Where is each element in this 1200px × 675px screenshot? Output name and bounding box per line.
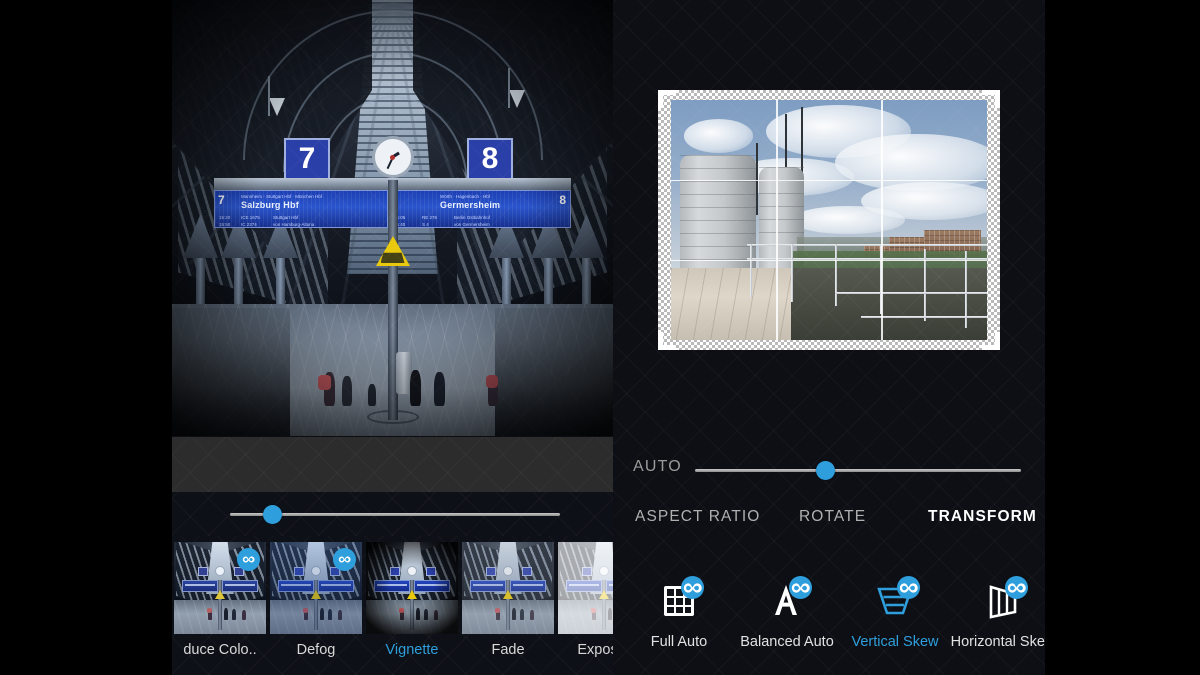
- tool-vertical-skew[interactable]: Vertical Skew: [841, 580, 949, 650]
- tool-horizontal-skew-label: Horizontal Skew: [949, 634, 1045, 650]
- auto-slider-thumb[interactable]: [816, 461, 835, 480]
- board-right-row2-train: S 4: [422, 222, 429, 227]
- crop-tab-bar: ASPECT RATIO ROTATE TRANSFORM: [613, 508, 1045, 536]
- tab-transform[interactable]: TRANSFORM: [928, 508, 1037, 526]
- tool-horizontal-skew[interactable]: Horizontal Skew: [949, 580, 1045, 650]
- board-left-platform: 7: [218, 193, 225, 207]
- auto-slider-label: AUTO: [633, 458, 682, 476]
- right-crop-panel: AUTO ASPECT RATIO ROTATE TRANSFORM: [613, 0, 1045, 675]
- hazard-sign-icon: [376, 236, 410, 266]
- crop-handle-top-right-v[interactable]: [995, 90, 1000, 108]
- crop-stage[interactable]: [658, 90, 1000, 350]
- tab-rotate[interactable]: ROTATE: [799, 508, 866, 526]
- station-clock: [372, 136, 414, 178]
- departure-board-right: 8 Wörth · Hagenbach · Hbf Germersheim 15…: [387, 190, 571, 228]
- board-left-row1-time: 15:20: [219, 215, 230, 220]
- board-left-row2-time: 15:50: [219, 222, 230, 227]
- board-left-row1-train: ICE 1675: [241, 215, 260, 220]
- ceiling-lamp-right: [509, 90, 525, 108]
- platform-sign-right: 8: [467, 138, 513, 180]
- tool-full-auto-label: Full Auto: [625, 634, 733, 650]
- board-left-row1-via: Stuttgart Hbf: [273, 215, 298, 220]
- grid-line-vertical-2: [881, 100, 883, 340]
- tab-aspect-ratio[interactable]: ASPECT RATIO: [635, 508, 760, 526]
- grid-line-vertical-1: [776, 100, 778, 340]
- letter-a-icon: [764, 580, 810, 620]
- filmstrip-label-vignette[interactable]: Vignette: [366, 642, 458, 658]
- toolbar-band: [172, 437, 613, 492]
- board-right-row1-train: RE 276: [422, 215, 437, 220]
- tool-vertical-skew-label: Vertical Skew: [841, 634, 949, 650]
- left-editor-panel: 7 8 7 Mannheim · Stuttgart Hbf · München…: [172, 0, 613, 675]
- auto-slider-row: AUTO: [613, 455, 1045, 489]
- filmstrip-label-reduce-color[interactable]: duce Colo..: [174, 642, 266, 658]
- thumb-image: [462, 542, 554, 634]
- tool-full-auto[interactable]: Full Auto: [625, 580, 733, 650]
- auto-slider-track[interactable]: [695, 469, 1021, 472]
- thumb-image: [366, 542, 458, 634]
- premium-cc-badge-icon: [237, 548, 260, 571]
- side-trapezoid-icon: [980, 580, 1026, 620]
- effect-intensity-slider-row: [172, 492, 613, 536]
- board-right-row1-via: Berlin Ostbahnhof: [454, 215, 490, 220]
- photo-preview[interactable]: 7 8 7 Mannheim · Stuttgart Hbf · München…: [172, 0, 613, 436]
- crop-photo[interactable]: [671, 100, 987, 340]
- board-left-destination: Salzburg Hbf: [241, 200, 299, 210]
- board-left-route: Mannheim · Stuttgart Hbf · München Hbf: [241, 194, 322, 199]
- crop-handle-top-left-v[interactable]: [658, 90, 663, 108]
- board-left-row2-via: von Hamburg-Altona: [273, 222, 314, 227]
- railing: [747, 244, 987, 246]
- grid-icon: [656, 580, 702, 620]
- board-right-row2-via: von Germersheim: [454, 222, 490, 227]
- filmstrip-thumb-reduce-color[interactable]: [174, 542, 266, 634]
- editor-window: 7 8 7 Mannheim · Stuttgart Hbf · München…: [0, 0, 1200, 675]
- board-right-route: Wörth · Hagenbach · Hbf: [440, 194, 490, 199]
- board-left-row2-train: IC 2374: [241, 222, 257, 227]
- filmstrip-thumb-exposure[interactable]: [558, 542, 613, 634]
- filmstrip-thumb-defog[interactable]: [270, 542, 362, 634]
- filmstrip-label-fade[interactable]: Fade: [462, 642, 554, 658]
- tool-balanced-auto[interactable]: Balanced Auto: [733, 580, 841, 650]
- thumb-image: [558, 542, 613, 634]
- grid-line-horizontal-1: [671, 180, 987, 182]
- station-photo: 7 8 7 Mannheim · Stuttgart Hbf · München…: [172, 0, 613, 436]
- premium-cc-badge-icon: [333, 548, 356, 571]
- filmstrip-thumb-fade[interactable]: [462, 542, 554, 634]
- premium-cc-badge-icon: [681, 576, 704, 599]
- board-right-destination: Germersheim: [440, 200, 500, 210]
- transform-tool-row: Full Auto Balanced Auto: [613, 580, 1045, 670]
- filmstrip-label-exposure[interactable]: Exposur: [558, 642, 613, 658]
- premium-cc-badge-icon: [897, 576, 920, 599]
- ceiling-lamp-left: [269, 98, 285, 116]
- trapezoid-icon: [872, 580, 918, 620]
- platform-sign-left: 7: [284, 138, 330, 180]
- premium-cc-badge-icon: [1005, 576, 1028, 599]
- filmstrip-thumb-vignette[interactable]: [366, 542, 458, 634]
- crop-handle-bottom-right-v[interactable]: [995, 332, 1000, 350]
- premium-cc-badge-icon: [789, 576, 812, 599]
- departure-board-left: 7 Mannheim · Stuttgart Hbf · München Hbf…: [214, 190, 398, 228]
- board-right-platform: 8: [559, 193, 566, 207]
- effect-filmstrip[interactable]: duce Colo..DefogVignetteFadeExposur: [172, 536, 613, 675]
- grid-line-horizontal-2: [671, 260, 987, 262]
- filmstrip-label-defog[interactable]: Defog: [270, 642, 362, 658]
- tool-balanced-auto-label: Balanced Auto: [733, 634, 841, 650]
- crop-handle-bottom-left-v[interactable]: [658, 332, 663, 350]
- effect-intensity-thumb[interactable]: [263, 505, 282, 524]
